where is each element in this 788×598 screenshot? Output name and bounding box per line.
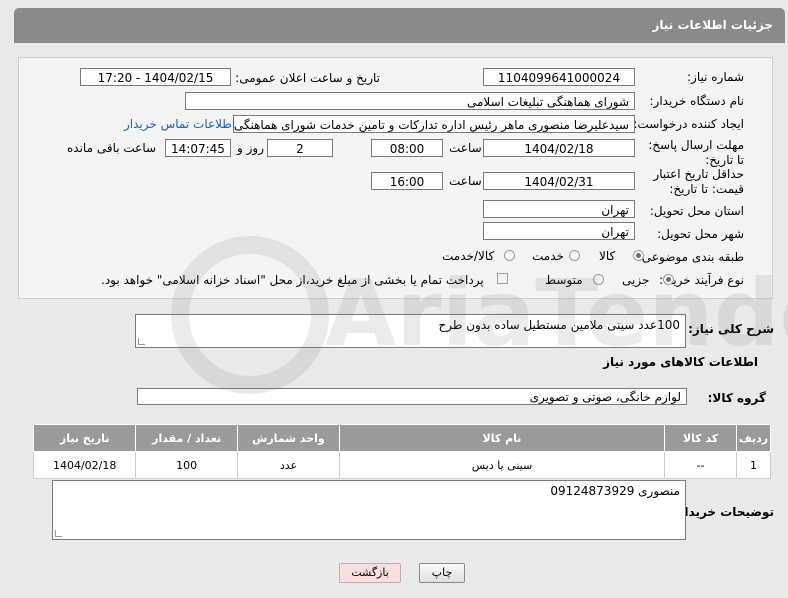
payment-note: پرداخت تمام یا بخشی از مبلغ خرید،از محل … [101, 273, 484, 287]
creator-label: ایجاد کننده درخواست: [633, 117, 744, 131]
cell-goods-code: -- [664, 451, 738, 479]
buyer-notes-label: توضیحات خریدار: [672, 505, 774, 519]
goods-group-field[interactable]: لوازم خانگی، صوتی و تصویری [137, 388, 687, 405]
category-radio-goods-service[interactable] [504, 250, 515, 261]
price-deadline-label: حداقل تاریخ اعتبار قیمت: تا تاریخ: [653, 167, 744, 196]
category-option-goods: کالا [599, 249, 616, 263]
reply-deadline-label: مهلت ارسال پاسخ: تا تاریخ: [648, 138, 744, 167]
city-label: شهر محل تحویل: [657, 227, 744, 241]
col-unit: واحد شمارش [237, 424, 340, 452]
description-text: 100عدد سینی ملامین مستطیل ساده بدون طرح [438, 318, 680, 332]
remaining-time-field[interactable]: 14:07:45 [165, 139, 231, 157]
price-time-label: ساعت [449, 174, 482, 188]
price-time-field[interactable]: 16:00 [371, 172, 443, 190]
need-number-label: شماره نیاز: [687, 70, 744, 84]
province-field[interactable]: تهران [483, 200, 635, 218]
col-quantity: تعداد / مقدار [135, 424, 238, 452]
cell-quantity: 100 [135, 451, 238, 479]
purchase-radio-medium[interactable] [593, 274, 604, 285]
resize-handle-icon[interactable] [55, 530, 62, 537]
reply-time-field[interactable]: 08:00 [371, 139, 443, 157]
buyer-org-field[interactable]: شورای هماهنگی تبلیغات اسلامی [185, 92, 635, 110]
print-button[interactable]: چاپ [419, 563, 465, 583]
province-label: استان محل تحویل: [649, 204, 744, 218]
cell-unit: عدد [237, 451, 340, 479]
contact-buyer-link[interactable]: اطلاعات تماس خریدار [124, 117, 235, 131]
buyer-org-label: نام دستگاه خریدار: [649, 94, 745, 108]
need-number-field[interactable]: 1104099641000024 [483, 68, 635, 86]
reply-time-label: ساعت [449, 141, 482, 155]
purchase-option-minor: جزیی [622, 273, 650, 287]
purchase-option-medium: متوسط [545, 273, 583, 287]
creator-field[interactable]: سیدعلیرضا منصوری ماهر رئیس اداره تداركات… [233, 115, 635, 133]
goods-group-label: گروه کالا: [707, 391, 766, 405]
purchase-radio-minor[interactable] [663, 274, 674, 285]
category-option-service: خدمت [532, 249, 564, 263]
col-goods-code: کد کالا [664, 424, 738, 452]
table-header-row: ردیف کد کالا نام کالا واحد شمارش تعداد /… [32, 424, 771, 452]
category-label: طبقه بندی موضوعی: [637, 250, 744, 264]
page-title: جزئیات اطلاعات نیاز [652, 18, 773, 32]
col-goods-name: نام کالا [338, 424, 666, 452]
description-label: شرح کلی نیاز: [688, 322, 774, 336]
remaining-label: ساعت باقی مانده [67, 141, 157, 155]
cell-need-date: 1404/02/18 [32, 451, 137, 479]
category-radio-service[interactable] [569, 250, 580, 261]
table-row[interactable]: 1 -- سینی یا دیس عدد 100 1404/02/18 [32, 451, 771, 479]
goods-table: ردیف کد کالا نام کالا واحد شمارش تعداد /… [32, 424, 771, 479]
description-field[interactable]: 100عدد سینی ملامین مستطیل ساده بدون طرح [135, 314, 686, 348]
buyer-notes-field[interactable]: منصوری 09124873929 [52, 480, 686, 540]
cell-goods-name: سینی یا دیس [338, 451, 666, 479]
treasury-checkbox[interactable] [497, 273, 508, 284]
col-row-number: ردیف [736, 424, 771, 452]
page-header: جزئیات اطلاعات نیاز [14, 8, 785, 43]
goods-info-title: اطلاعات کالاهای مورد نیاز [603, 355, 758, 369]
category-radio-goods[interactable] [633, 250, 644, 261]
reply-date-field[interactable]: 1404/02/18 [483, 139, 635, 157]
category-option-goods-service: کالا/خدمت [442, 249, 495, 263]
col-need-date: تاریخ نیاز [32, 424, 137, 452]
announce-label: تاریخ و ساعت اعلان عمومی: [235, 71, 380, 85]
days-label: روز و [237, 141, 264, 155]
buyer-notes-text: منصوری 09124873929 [550, 484, 680, 498]
cell-row-number: 1 [736, 451, 771, 479]
resize-handle-icon[interactable] [138, 338, 145, 345]
days-field[interactable]: 2 [267, 139, 333, 157]
announce-field[interactable]: 1404/02/15 - 17:20 [80, 68, 231, 86]
price-date-field[interactable]: 1404/02/31 [483, 172, 635, 190]
city-field[interactable]: تهران [483, 222, 635, 240]
back-button[interactable]: بازگشت [339, 563, 401, 583]
